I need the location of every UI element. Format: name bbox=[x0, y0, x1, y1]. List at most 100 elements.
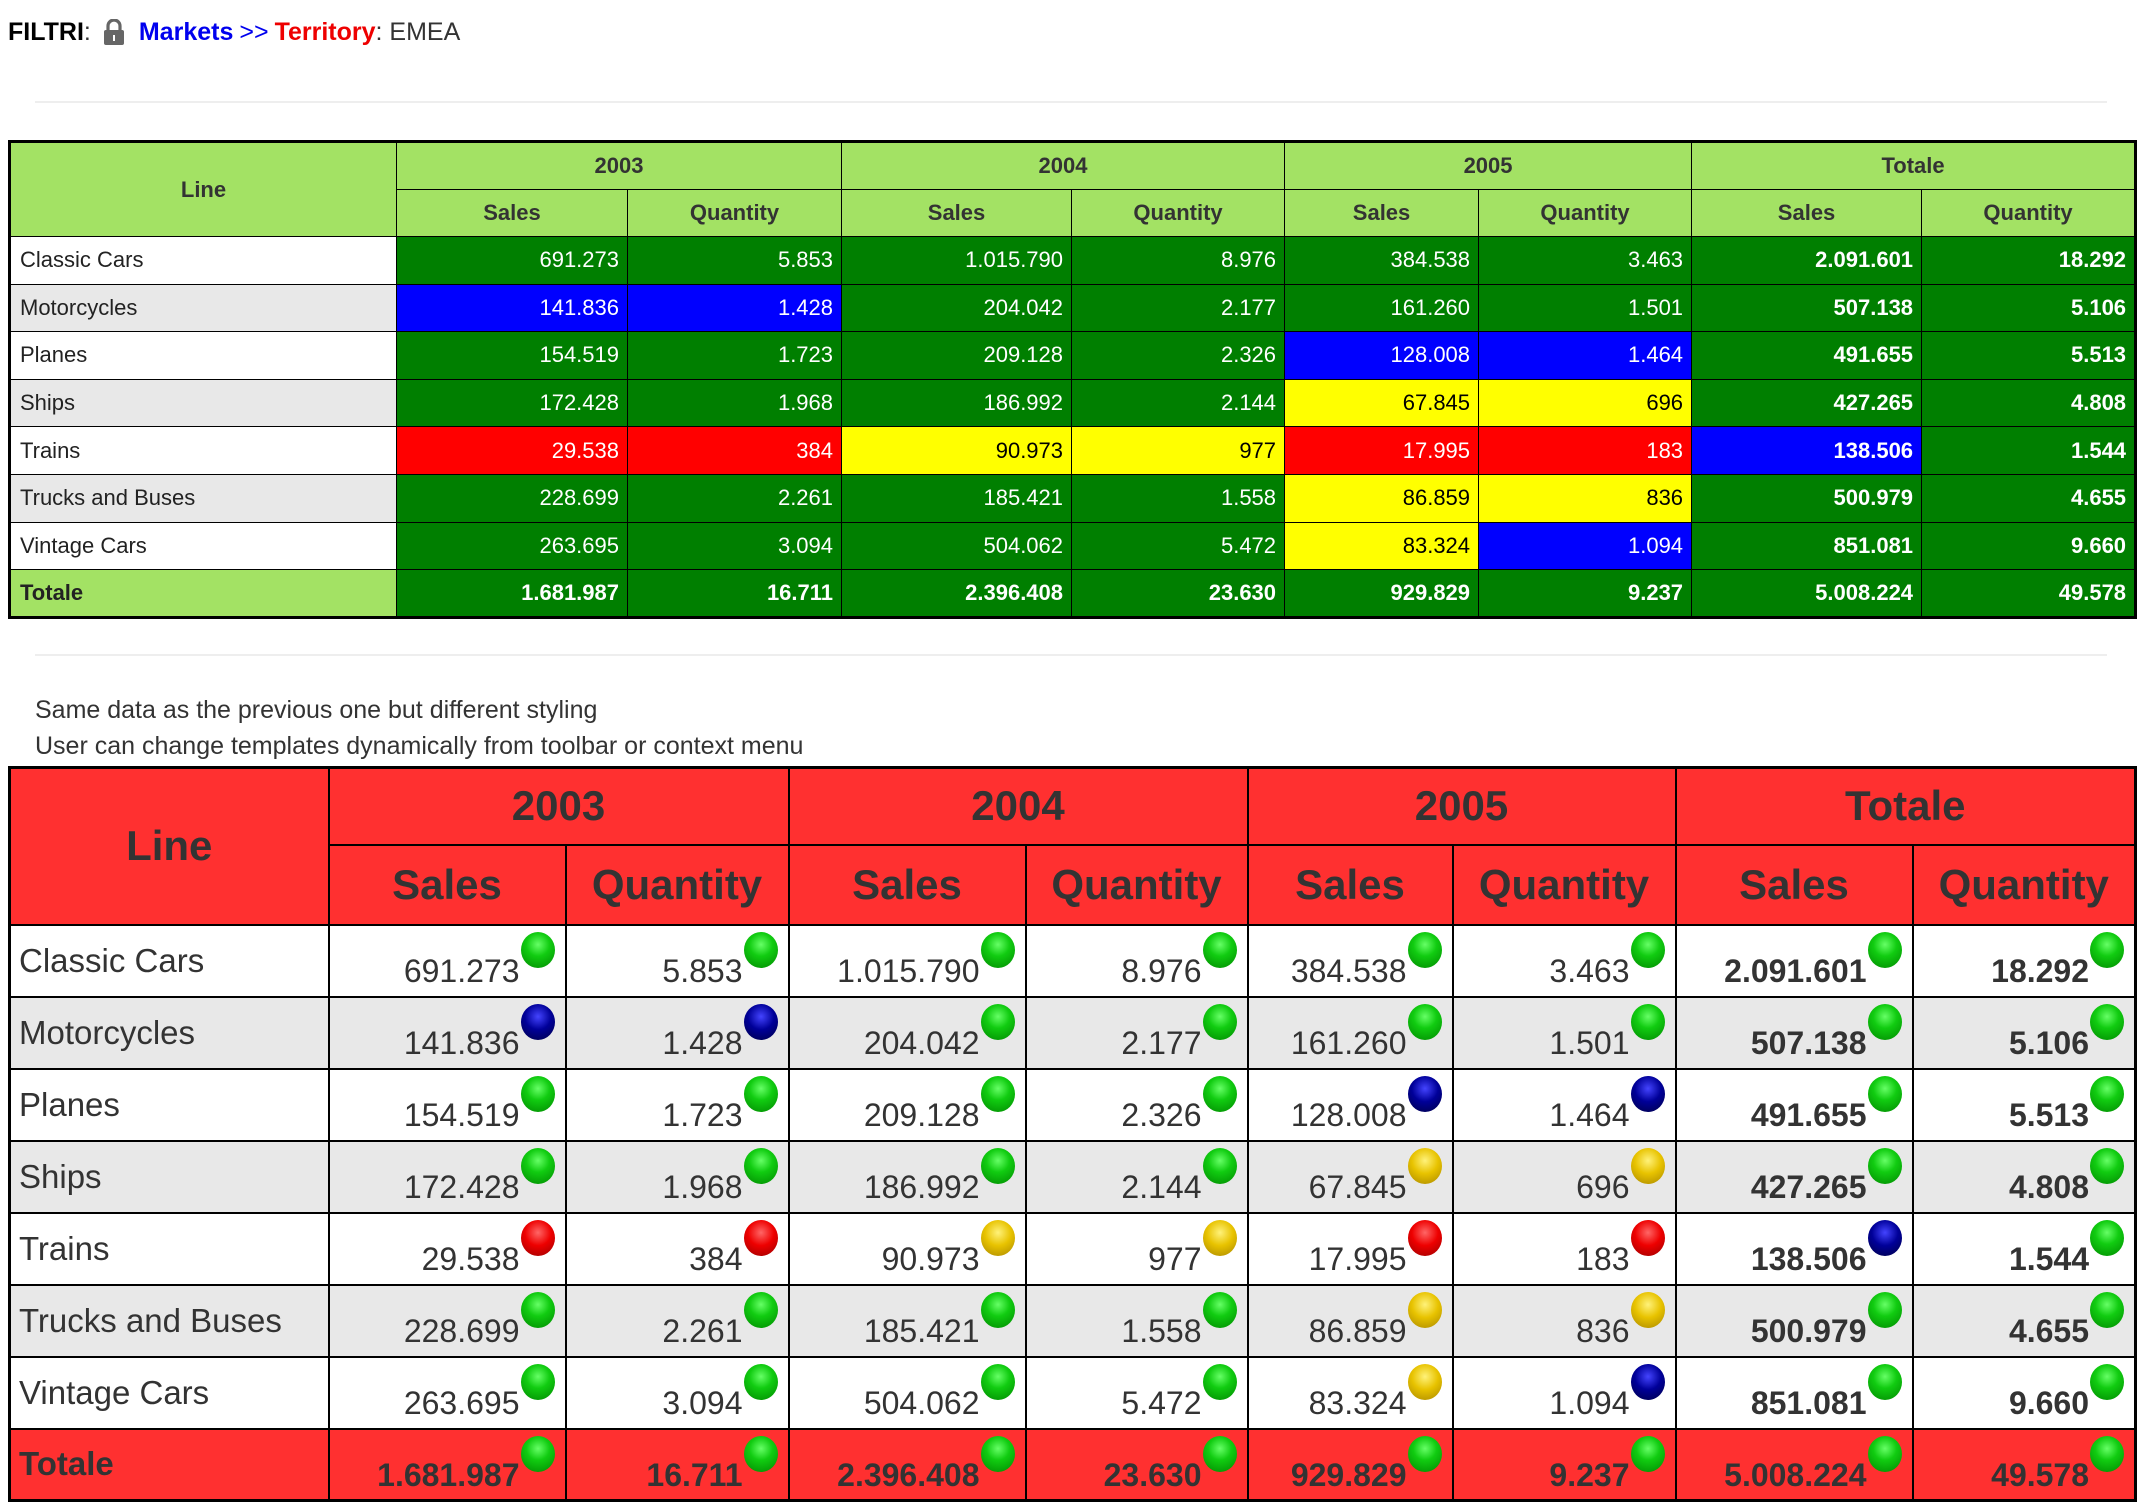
data-cell[interactable]: 491.655 bbox=[1674, 1067, 1914, 1142]
data-cell[interactable]: 18.292 bbox=[1911, 923, 2137, 998]
data-cell[interactable]: 2.177 bbox=[1024, 995, 1249, 1070]
data-cell[interactable]: 172.428 bbox=[327, 1139, 567, 1214]
filter-level-link[interactable]: Territory bbox=[275, 18, 376, 47]
column-header-sales[interactable]: Sales bbox=[787, 843, 1027, 926]
data-cell[interactable]: 929.829 bbox=[1246, 1427, 1454, 1502]
data-cell[interactable]: 696 bbox=[1451, 1139, 1677, 1214]
data-cell[interactable]: 491.655 bbox=[1691, 331, 1923, 380]
data-cell[interactable]: 1.464 bbox=[1478, 331, 1693, 380]
data-cell[interactable]: 851.081 bbox=[1674, 1355, 1914, 1430]
data-cell[interactable]: 2.396.408 bbox=[787, 1427, 1027, 1502]
data-cell[interactable]: 5.853 bbox=[564, 923, 790, 998]
row-label[interactable]: Ships bbox=[8, 1139, 330, 1214]
column-header-sales[interactable]: Sales bbox=[841, 189, 1073, 237]
data-cell[interactable]: 17.995 bbox=[1246, 1211, 1454, 1286]
data-cell[interactable]: 1.464 bbox=[1451, 1067, 1677, 1142]
column-header-sales[interactable]: Sales bbox=[1674, 843, 1914, 926]
column-header-quantity[interactable]: Quantity bbox=[1024, 843, 1249, 926]
data-cell[interactable]: 49.578 bbox=[1911, 1427, 2137, 1502]
data-cell[interactable]: 1.015.790 bbox=[841, 236, 1073, 285]
data-cell[interactable]: 5.853 bbox=[626, 236, 843, 285]
column-header-quantity[interactable]: Quantity bbox=[1451, 843, 1677, 926]
column-header-2003[interactable]: 2003 bbox=[395, 141, 843, 190]
row-label[interactable]: Planes bbox=[9, 331, 397, 380]
data-cell[interactable]: 696 bbox=[1478, 378, 1693, 428]
data-cell[interactable]: 384 bbox=[626, 426, 843, 475]
data-cell[interactable]: 1.501 bbox=[1451, 995, 1677, 1070]
data-cell[interactable]: 9.660 bbox=[1921, 521, 2137, 571]
data-cell[interactable]: 154.519 bbox=[396, 331, 628, 380]
data-cell[interactable]: 16.711 bbox=[564, 1427, 790, 1502]
data-cell[interactable]: 5.472 bbox=[1024, 1355, 1249, 1430]
column-header-quantity[interactable]: Quantity bbox=[1478, 189, 1693, 237]
data-cell[interactable]: 500.979 bbox=[1691, 473, 1923, 523]
data-cell[interactable]: 29.538 bbox=[396, 426, 628, 475]
data-cell[interactable]: 2.261 bbox=[626, 473, 843, 523]
data-cell[interactable]: 141.836 bbox=[327, 995, 567, 1070]
data-cell[interactable]: 23.630 bbox=[1024, 1427, 1249, 1502]
data-cell[interactable]: 1.094 bbox=[1478, 521, 1693, 571]
data-cell[interactable]: 2.144 bbox=[1071, 378, 1286, 428]
data-cell[interactable]: 86.859 bbox=[1284, 473, 1480, 523]
column-header-sales[interactable]: Sales bbox=[327, 843, 567, 926]
row-label[interactable]: Motorcycles bbox=[8, 995, 330, 1070]
data-cell[interactable]: 2.091.601 bbox=[1691, 236, 1923, 285]
data-cell[interactable]: 1.544 bbox=[1911, 1211, 2137, 1286]
data-cell[interactable]: 1.723 bbox=[626, 331, 843, 380]
data-cell[interactable]: 83.324 bbox=[1284, 521, 1480, 571]
data-cell[interactable]: 209.128 bbox=[841, 331, 1073, 380]
data-cell[interactable]: 138.506 bbox=[1674, 1211, 1914, 1286]
filter-dimension-link[interactable]: Markets bbox=[139, 18, 234, 47]
data-cell[interactable]: 504.062 bbox=[841, 521, 1073, 571]
total-label[interactable]: Totale bbox=[9, 569, 397, 618]
data-cell[interactable]: 977 bbox=[1024, 1211, 1249, 1286]
data-cell[interactable]: 4.808 bbox=[1911, 1139, 2137, 1214]
data-cell[interactable]: 384.538 bbox=[1246, 923, 1454, 998]
row-label[interactable]: Planes bbox=[8, 1067, 330, 1142]
row-label[interactable]: Trucks and Buses bbox=[8, 1283, 330, 1358]
data-cell[interactable]: 1.015.790 bbox=[787, 923, 1027, 998]
data-cell[interactable]: 67.845 bbox=[1246, 1139, 1454, 1214]
data-cell[interactable]: 5.513 bbox=[1921, 331, 2137, 380]
data-cell[interactable]: 384.538 bbox=[1284, 236, 1480, 285]
data-cell[interactable]: 4.655 bbox=[1921, 473, 2137, 523]
data-cell[interactable]: 1.428 bbox=[626, 283, 843, 333]
data-cell[interactable]: 3.094 bbox=[626, 521, 843, 571]
data-cell[interactable]: 5.106 bbox=[1911, 995, 2137, 1070]
data-cell[interactable]: 1.558 bbox=[1071, 473, 1286, 523]
data-cell[interactable]: 86.859 bbox=[1246, 1283, 1454, 1358]
data-cell[interactable]: 128.008 bbox=[1246, 1067, 1454, 1142]
column-header-sales[interactable]: Sales bbox=[1246, 843, 1454, 926]
column-header-line[interactable]: Line bbox=[9, 141, 397, 237]
column-header-sales[interactable]: Sales bbox=[396, 189, 628, 237]
data-cell[interactable]: 4.808 bbox=[1921, 378, 2137, 428]
data-cell[interactable]: 29.538 bbox=[327, 1211, 567, 1286]
column-header-2004[interactable]: 2004 bbox=[841, 141, 1286, 190]
data-cell[interactable]: 9.660 bbox=[1911, 1355, 2137, 1430]
data-cell[interactable]: 5.472 bbox=[1071, 521, 1286, 571]
data-cell[interactable]: 2.326 bbox=[1024, 1067, 1249, 1142]
data-cell[interactable]: 2.091.601 bbox=[1674, 923, 1914, 998]
data-cell[interactable]: 263.695 bbox=[327, 1355, 567, 1430]
data-cell[interactable]: 2.326 bbox=[1071, 331, 1286, 380]
column-header-quantity[interactable]: Quantity bbox=[1071, 189, 1286, 237]
row-label[interactable]: Classic Cars bbox=[9, 236, 397, 285]
column-header-line[interactable]: Line bbox=[8, 766, 330, 926]
data-cell[interactable]: 204.042 bbox=[787, 995, 1027, 1070]
data-cell[interactable]: 16.711 bbox=[626, 569, 843, 618]
data-cell[interactable]: 5.106 bbox=[1921, 283, 2137, 333]
data-cell[interactable]: 504.062 bbox=[787, 1355, 1027, 1430]
data-cell[interactable]: 507.138 bbox=[1691, 283, 1923, 333]
data-cell[interactable]: 209.128 bbox=[787, 1067, 1027, 1142]
data-cell[interactable]: 507.138 bbox=[1674, 995, 1914, 1070]
data-cell[interactable]: 161.260 bbox=[1284, 283, 1480, 333]
data-cell[interactable]: 204.042 bbox=[841, 283, 1073, 333]
data-cell[interactable]: 8.976 bbox=[1071, 236, 1286, 285]
data-cell[interactable]: 1.723 bbox=[564, 1067, 790, 1142]
column-header-sales[interactable]: Sales bbox=[1691, 189, 1923, 237]
data-cell[interactable]: 1.558 bbox=[1024, 1283, 1249, 1358]
data-cell[interactable]: 49.578 bbox=[1921, 569, 2137, 618]
data-cell[interactable]: 2.261 bbox=[564, 1283, 790, 1358]
row-label[interactable]: Trucks and Buses bbox=[9, 473, 397, 523]
row-label[interactable]: Trains bbox=[9, 426, 397, 475]
